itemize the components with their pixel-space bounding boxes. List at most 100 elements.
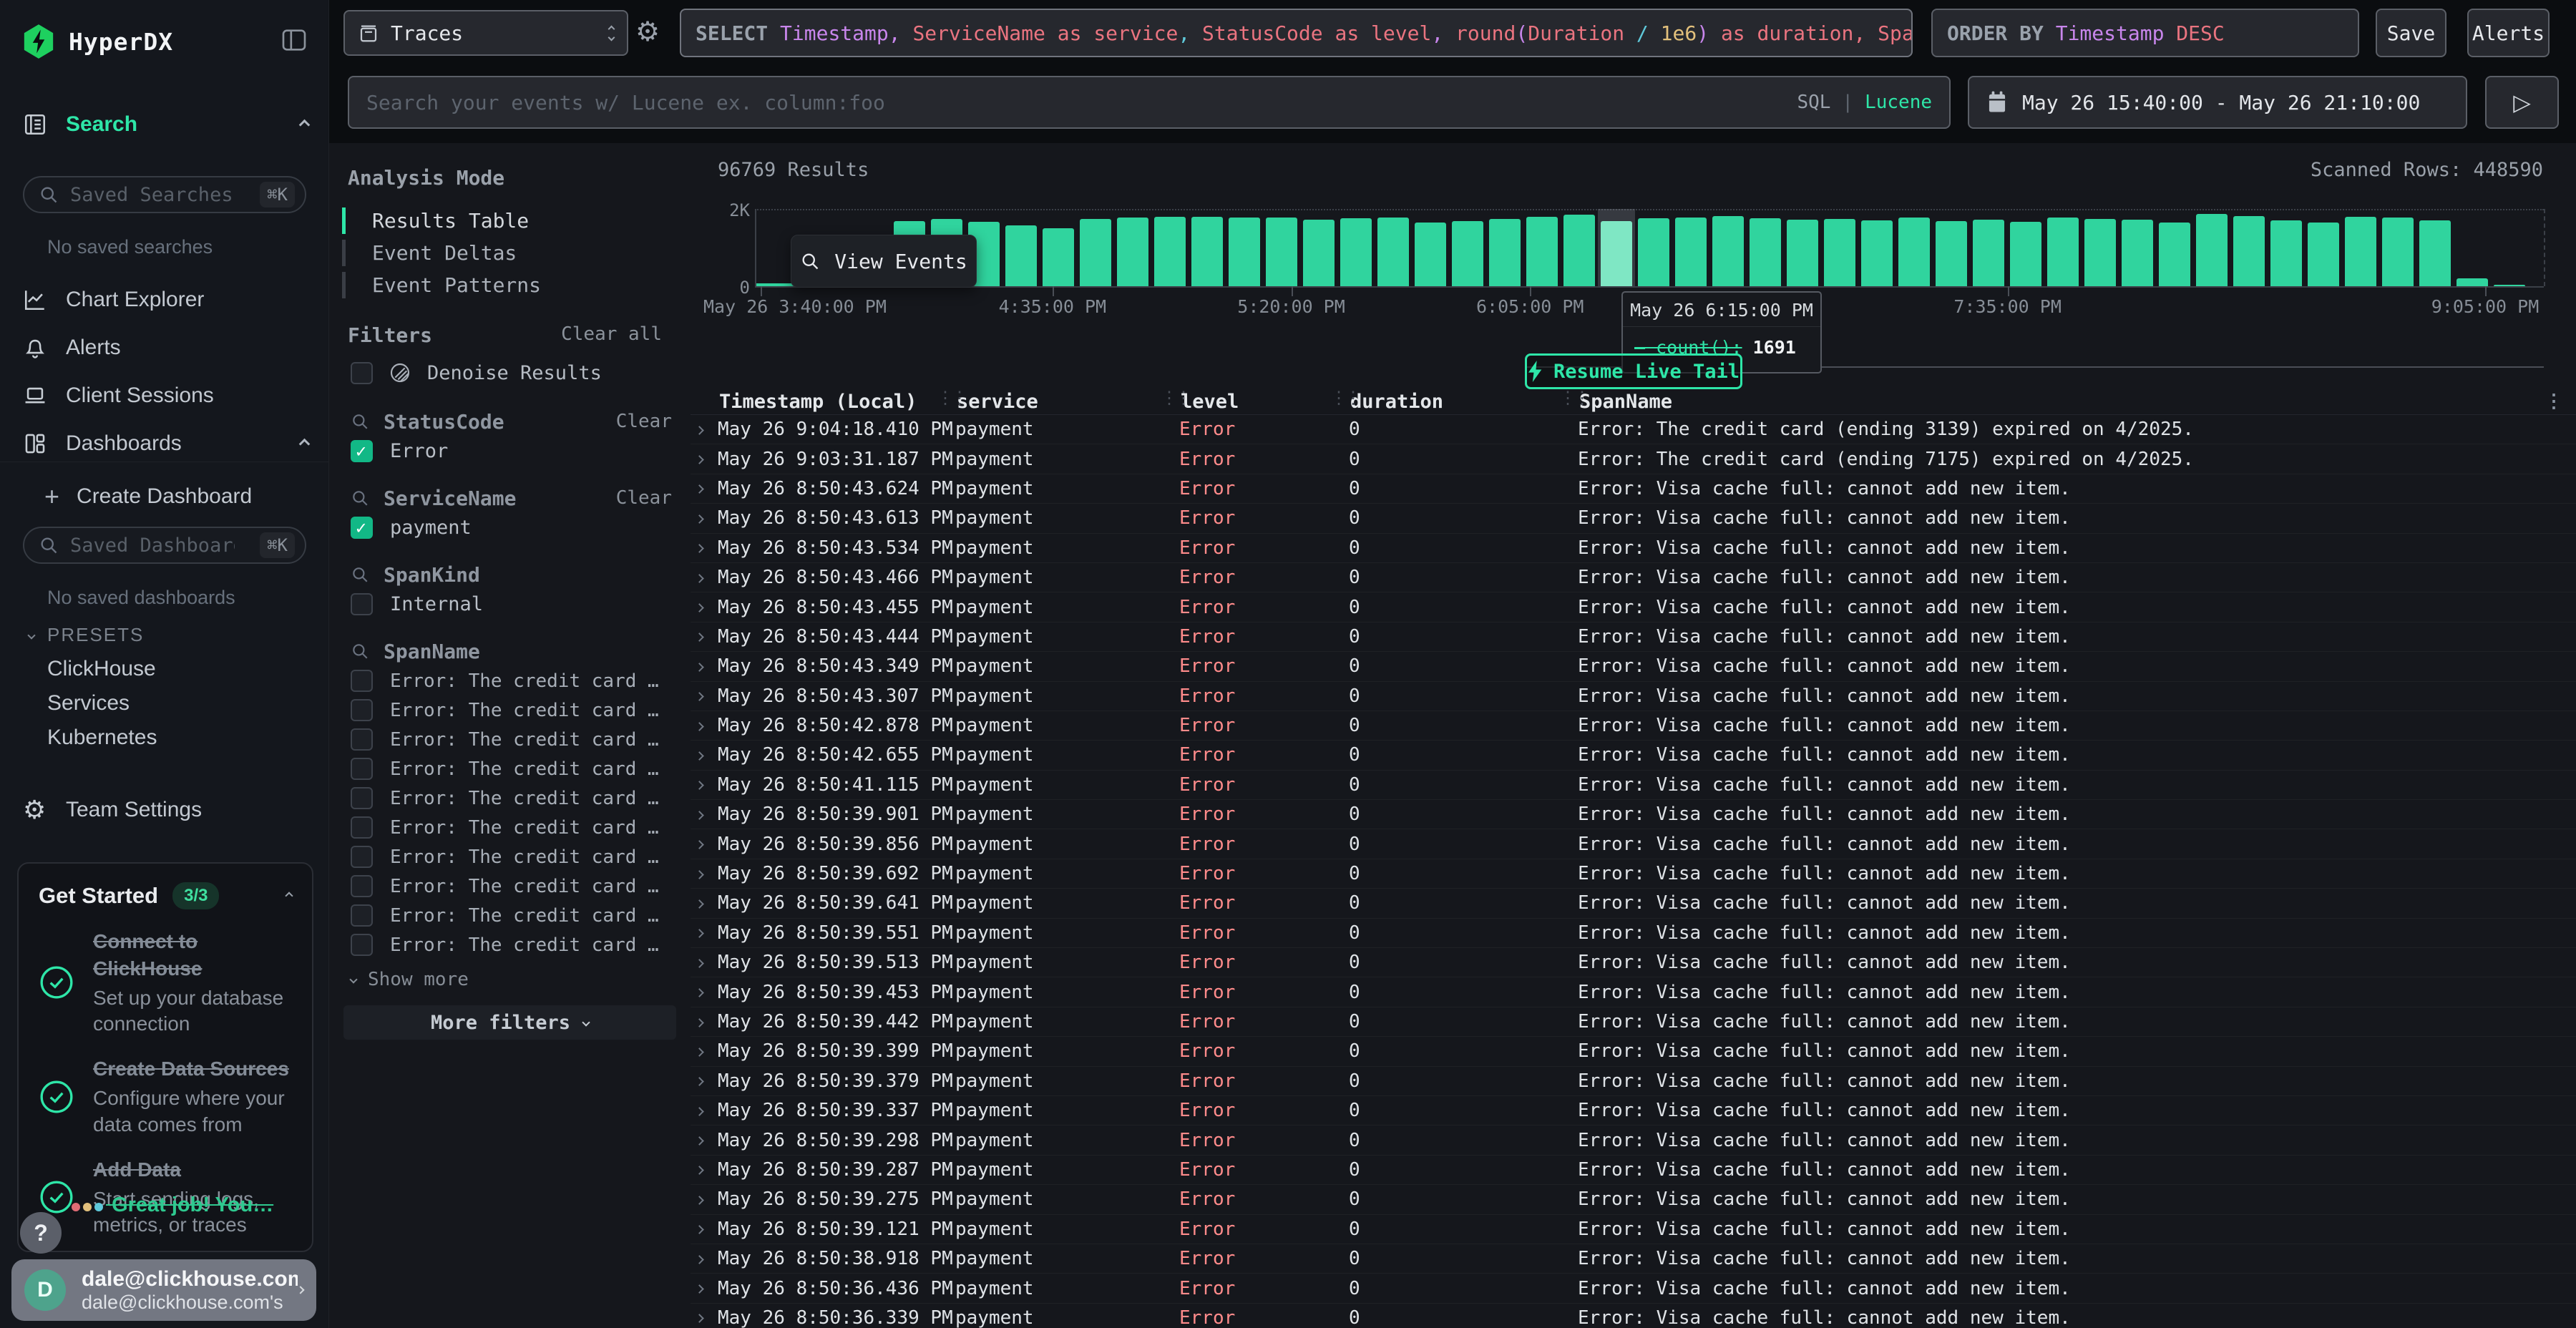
search-icon[interactable] <box>351 642 369 660</box>
histogram-bar[interactable] <box>1675 218 1707 286</box>
histogram-bar[interactable] <box>1712 216 1744 286</box>
table-row[interactable]: May 26 8:50:43.466 PMpaymentError0Error:… <box>691 563 2576 592</box>
histogram-bar[interactable] <box>2419 220 2451 286</box>
sidebar-item-search[interactable]: Search <box>23 106 308 143</box>
table-row[interactable]: May 26 9:04:18.410 PMpaymentError0Error:… <box>691 415 2576 444</box>
table-row[interactable]: May 26 8:50:43.534 PMpaymentError0Error:… <box>691 534 2576 563</box>
row-expand-icon[interactable] <box>691 1104 718 1118</box>
saved-dashboards-field[interactable] <box>70 534 235 557</box>
filter-value-row[interactable]: Internal <box>329 590 691 619</box>
histogram-bar[interactable] <box>2382 218 2414 286</box>
row-expand-icon[interactable] <box>691 571 718 585</box>
histogram-bar[interactable] <box>1898 218 1930 286</box>
histogram-bar[interactable] <box>2084 219 2116 286</box>
row-expand-icon[interactable] <box>691 482 718 495</box>
search-icon[interactable] <box>351 489 369 507</box>
checkbox-unchecked[interactable] <box>351 758 373 780</box>
table-row[interactable]: May 26 8:50:38.918 PMpaymentError0Error:… <box>691 1244 2576 1274</box>
column-header-spanname[interactable]: ⋮⋮SpanName <box>1578 391 2576 413</box>
row-expand-icon[interactable] <box>691 1252 718 1266</box>
table-row[interactable]: May 26 8:50:42.655 PMpaymentError0Error:… <box>691 741 2576 770</box>
histogram-bar[interactable] <box>2308 223 2339 286</box>
histogram-bar[interactable] <box>1340 218 1372 286</box>
filter-value-row[interactable]: Error <box>329 436 691 466</box>
row-expand-icon[interactable] <box>691 600 718 614</box>
gear-icon[interactable]: ⚙ <box>635 16 660 48</box>
table-row[interactable]: May 26 8:50:41.115 PMpaymentError0Error:… <box>691 771 2576 800</box>
presets-section-toggle[interactable]: PRESETS <box>29 624 144 646</box>
histogram-bar[interactable] <box>1526 217 1558 286</box>
table-row[interactable]: May 26 8:50:39.901 PMpaymentError0Error:… <box>691 800 2576 829</box>
analysis-mode-event-deltas[interactable]: Event Deltas <box>342 237 541 269</box>
sql-mode-toggle[interactable]: SQL <box>1797 92 1830 113</box>
sidebar-item-alerts[interactable]: Alerts <box>23 329 308 366</box>
table-row[interactable]: May 26 8:50:39.453 PMpaymentError0Error:… <box>691 977 2576 1007</box>
row-expand-icon[interactable] <box>691 630 718 643</box>
column-header-service[interactable]: ⋮⋮service <box>955 391 1179 413</box>
clear-all-button[interactable]: Clear all <box>561 323 662 345</box>
lucene-mode-toggle[interactable]: Lucene <box>1865 92 1932 113</box>
column-header-duration[interactable]: ⋮⋮duration <box>1349 391 1578 413</box>
row-expand-icon[interactable] <box>691 1193 718 1206</box>
histogram-bar[interactable] <box>1117 218 1148 286</box>
column-resize-handle[interactable]: ⋮⋮ <box>937 389 965 408</box>
table-row[interactable]: May 26 9:03:31.187 PMpaymentError0Error:… <box>691 444 2576 474</box>
table-row[interactable]: May 26 8:50:42.878 PMpaymentError0Error:… <box>691 711 2576 741</box>
analysis-mode-results-table[interactable]: Results Table <box>342 205 541 237</box>
filter-value-row[interactable]: Error: The credit card … <box>329 930 691 960</box>
filter-value-row[interactable]: Error: The credit card … <box>329 725 691 754</box>
histogram-bar[interactable] <box>2010 222 2041 286</box>
row-expand-icon[interactable] <box>691 1222 718 1236</box>
table-row[interactable]: May 26 8:50:39.442 PMpaymentError0Error:… <box>691 1007 2576 1037</box>
table-row[interactable]: May 26 8:50:39.275 PMpaymentError0Error:… <box>691 1185 2576 1214</box>
row-expand-icon[interactable] <box>691 778 718 791</box>
table-row[interactable]: May 26 8:50:43.624 PMpaymentError0Error:… <box>691 474 2576 504</box>
filter-value-row[interactable]: payment <box>329 513 691 542</box>
table-row[interactable]: May 26 8:50:39.298 PMpaymentError0Error:… <box>691 1126 2576 1155</box>
saved-searches-input[interactable]: ⌘K <box>23 176 306 213</box>
row-expand-icon[interactable] <box>691 1281 718 1295</box>
histogram-bar[interactable] <box>2233 216 2265 286</box>
sidebar-item-dashboards[interactable]: Dashboards <box>23 425 308 462</box>
sidebar-item-team-settings[interactable]: ⚙ Team Settings <box>23 791 308 829</box>
get-started-item[interactable]: Create Data SourcesConfigure where your … <box>39 1055 292 1138</box>
column-resize-handle[interactable]: ⋮⋮ <box>1559 389 1588 408</box>
sidebar-collapse-icon[interactable] <box>280 26 308 54</box>
histogram-bar[interactable] <box>1266 218 1297 286</box>
table-row[interactable]: May 26 8:50:39.856 PMpaymentError0Error:… <box>691 829 2576 859</box>
row-expand-icon[interactable] <box>691 808 718 821</box>
checkbox-unchecked[interactable] <box>351 593 373 615</box>
save-button[interactable]: Save <box>2376 9 2446 57</box>
help-button[interactable]: ? <box>20 1212 62 1254</box>
row-expand-icon[interactable] <box>691 1045 718 1058</box>
search-bar[interactable]: SQL | Lucene <box>348 76 1951 129</box>
row-expand-icon[interactable] <box>691 1133 718 1147</box>
checkbox-unchecked[interactable] <box>351 934 373 956</box>
row-expand-icon[interactable] <box>691 423 718 436</box>
checkbox-unchecked[interactable] <box>351 875 373 897</box>
table-row[interactable]: May 26 8:50:36.339 PMpaymentError0Error:… <box>691 1304 2576 1328</box>
histogram-bar[interactable] <box>1824 219 1855 286</box>
view-events-button[interactable]: View Events <box>791 235 977 288</box>
saved-dashboards-input[interactable]: ⌘K <box>23 527 306 564</box>
source-select[interactable]: Traces <box>343 10 628 56</box>
table-row[interactable]: May 26 8:50:43.455 PMpaymentError0Error:… <box>691 592 2576 622</box>
row-expand-icon[interactable] <box>691 748 718 762</box>
row-expand-icon[interactable] <box>691 956 718 970</box>
sql-editor[interactable]: SELECT Timestamp, ServiceName as service… <box>680 9 1913 57</box>
filter-group-clear-button[interactable]: Clear <box>616 411 672 432</box>
filter-value-row[interactable]: Error: The credit card … <box>329 666 691 695</box>
table-row[interactable]: May 26 8:50:39.513 PMpaymentError0Error:… <box>691 948 2576 977</box>
filter-value-row[interactable]: Error: The credit card … <box>329 842 691 872</box>
histogram-bar[interactable] <box>2270 220 2302 286</box>
table-row[interactable]: May 26 8:50:39.551 PMpaymentError0Error:… <box>691 919 2576 948</box>
preset-item-kubernetes[interactable]: Kubernetes <box>47 726 157 750</box>
filter-value-row[interactable]: Error: The credit card … <box>329 901 691 930</box>
get-started-item[interactable]: Connect to ClickHouseSet up your databas… <box>39 928 292 1037</box>
histogram-bar[interactable] <box>1638 218 1669 286</box>
sidebar-item-chart-explorer[interactable]: Chart Explorer <box>23 281 308 318</box>
column-header-timestamp-local-[interactable]: Timestamp (Local) <box>718 391 955 413</box>
row-expand-icon[interactable] <box>691 452 718 466</box>
date-range-picker[interactable]: May 26 15:40:00 - May 26 21:10:00 <box>1968 76 2467 129</box>
row-expand-icon[interactable] <box>691 1163 718 1176</box>
